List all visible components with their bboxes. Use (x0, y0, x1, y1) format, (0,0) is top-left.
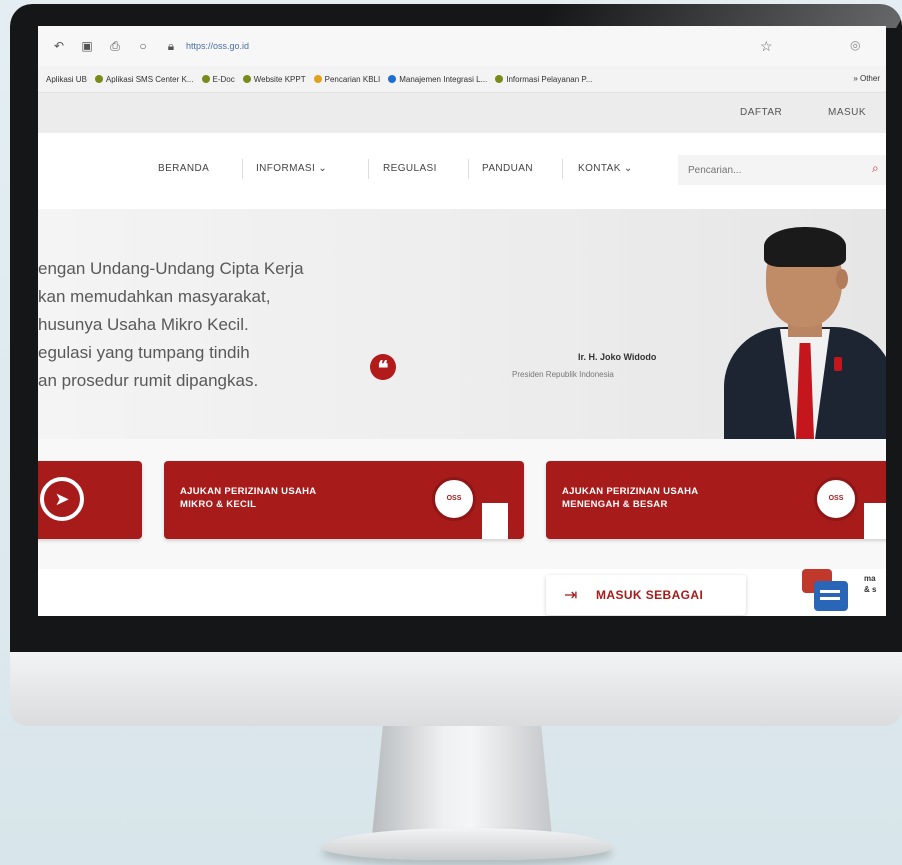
monitor-chin (10, 652, 902, 726)
bookmark-item[interactable]: Website KPPT (242, 75, 306, 84)
masuk-sebagai-label: MASUK SEBAGAI (596, 588, 704, 602)
monitor: ↶ ▣ ⎙ ○ 🔒︎ https://oss.go.id ☆ ◎ Aplikas… (10, 4, 902, 726)
chat-bubble-blue (814, 581, 848, 611)
card-umk-label: AJUKAN PERIZINAN USAHA MIKRO & KECIL (180, 485, 400, 511)
masuk-link[interactable]: MASUK (828, 107, 866, 118)
nav-item-kontak[interactable]: KONTAK ⌄ (578, 163, 633, 174)
card-tail (482, 503, 508, 539)
speaker-role: Presiden Republik Indonesia (512, 370, 614, 379)
monitor-bezel: ↶ ▣ ⎙ ○ 🔒︎ https://oss.go.id ☆ ◎ Aplikas… (10, 4, 902, 652)
card-umk-line1: AJUKAN PERIZINAN USAHA (180, 486, 317, 497)
nav-item-panduan[interactable]: PANDUAN (482, 163, 533, 174)
back-icon[interactable]: ↶ (52, 39, 66, 53)
search-input[interactable] (678, 155, 886, 185)
hero-quote-line: an prosedur rumit dipangkas. (38, 371, 259, 390)
hero-quote-line: husunya Usaha Mikro Kecil. (38, 315, 249, 334)
browser-toolbar: ↶ ▣ ⎙ ○ 🔒︎ https://oss.go.id ☆ ◎ (38, 26, 886, 66)
nav-divider (368, 159, 369, 179)
bookmarks-bar: Aplikasi UB Aplikasi SMS Center K... E-D… (38, 66, 886, 93)
bookmark-item[interactable]: Informasi Pelayanan P... (495, 75, 592, 84)
president-portrait (718, 209, 886, 439)
card-mb-line2: MENENGAH & BESAR (562, 499, 668, 510)
bookmark-item[interactable]: Aplikasi SMS Center K... (94, 75, 194, 84)
clipboard-icon[interactable]: ▣ (80, 39, 94, 53)
card-umk-line2: MIKRO & KECIL (180, 499, 257, 510)
card-umk[interactable]: AJUKAN PERIZINAN USAHA MIKRO & KECIL OSS (164, 461, 524, 539)
login-icon: ⇥ (564, 587, 578, 604)
printer-icon[interactable]: ⎙ (108, 39, 122, 54)
nav-divider (562, 159, 563, 179)
emblem-icon (495, 75, 504, 83)
chat-label-line2: & s (864, 585, 877, 594)
emblem-icon (201, 75, 210, 83)
card-mb-line1: AJUKAN PERIZINAN USAHA (562, 486, 699, 497)
daftar-link[interactable]: DAFTAR (740, 107, 782, 118)
lock-icon: 🔒︎ (167, 38, 175, 53)
monitor-screen: ↶ ▣ ⎙ ○ 🔒︎ https://oss.go.id ☆ ◎ Aplikas… (38, 26, 886, 616)
portrait-ear (836, 269, 848, 289)
nav-item-informasi[interactable]: INFORMASI ⌄ (256, 163, 327, 174)
address-bar[interactable]: https://oss.go.id (186, 41, 249, 51)
card-tail (864, 503, 886, 539)
card-menengah-besar[interactable]: AJUKAN PERIZINAN USAHA MENENGAH & BESAR … (546, 461, 886, 539)
service-cards: ➤ AJUKAN PERIZINAN USAHA MIKRO & KECIL O… (38, 439, 886, 569)
bookmark-item[interactable]: Pencarian KBLI (313, 75, 380, 84)
quote-icon: ❝ (370, 354, 396, 380)
hero-quote-line: egulasi yang tumpang tindih (38, 343, 250, 362)
emblem-icon (313, 75, 322, 83)
portrait-pin (834, 357, 842, 371)
nav-divider (242, 159, 243, 179)
emblem-icon (242, 75, 251, 83)
hero-quote-line: kan memudahkan masyarakat, (38, 287, 271, 306)
speaker-name: Ir. H. Joko Widodo (578, 352, 657, 362)
globe-icon (388, 75, 397, 83)
pocket-icon[interactable]: ◎ (850, 38, 860, 52)
nav-item-regulasi[interactable]: REGULASI (383, 163, 437, 174)
card-partial[interactable]: ➤ (38, 461, 142, 539)
portrait-hair (764, 227, 846, 267)
bezel-glare (536, 4, 902, 28)
main-nav: BERANDA INFORMASI ⌄ REGULASI PANDUAN KON… (38, 133, 886, 209)
chat-label-line1: ma (864, 574, 876, 583)
masuk-sebagai-button[interactable]: ⇥ MASUK SEBAGAI (546, 575, 746, 615)
card-mb-label: AJUKAN PERIZINAN USAHA MENENGAH & BESAR (562, 485, 782, 511)
site-top-strip: DAFTAR MASUK (38, 93, 886, 133)
bookmark-item[interactable]: E-Doc (201, 75, 235, 84)
bottom-section: ⇥ MASUK SEBAGAI ma & s (38, 569, 886, 616)
nav-item-beranda[interactable]: BERANDA (158, 163, 209, 174)
chat-icon[interactable] (802, 569, 856, 615)
emblem-icon (94, 75, 103, 83)
oss-badge-icon: OSS (432, 477, 476, 521)
compass-icon: ➤ (40, 477, 84, 521)
hero-banner: engan Undang-Undang Cipta Kerja kan memu… (38, 209, 886, 439)
search-icon[interactable]: ⌕ (872, 161, 879, 176)
monitor-stand-neck (372, 726, 552, 836)
shield-icon: ○ (139, 39, 147, 53)
bookmark-item[interactable]: Aplikasi UB (46, 75, 87, 84)
monitor-stand-base (322, 828, 612, 860)
hero-quote-line: engan Undang-Undang Cipta Kerja (38, 259, 304, 278)
other-bookmarks[interactable]: » Other (853, 74, 880, 83)
oss-badge-icon: OSS (814, 477, 858, 521)
bookmark-item[interactable]: Manajemen Integrasi L... (388, 75, 487, 84)
chat-label: ma & s (864, 573, 876, 595)
nav-divider (468, 159, 469, 179)
bookmark-star-icon[interactable]: ☆ (760, 38, 773, 55)
